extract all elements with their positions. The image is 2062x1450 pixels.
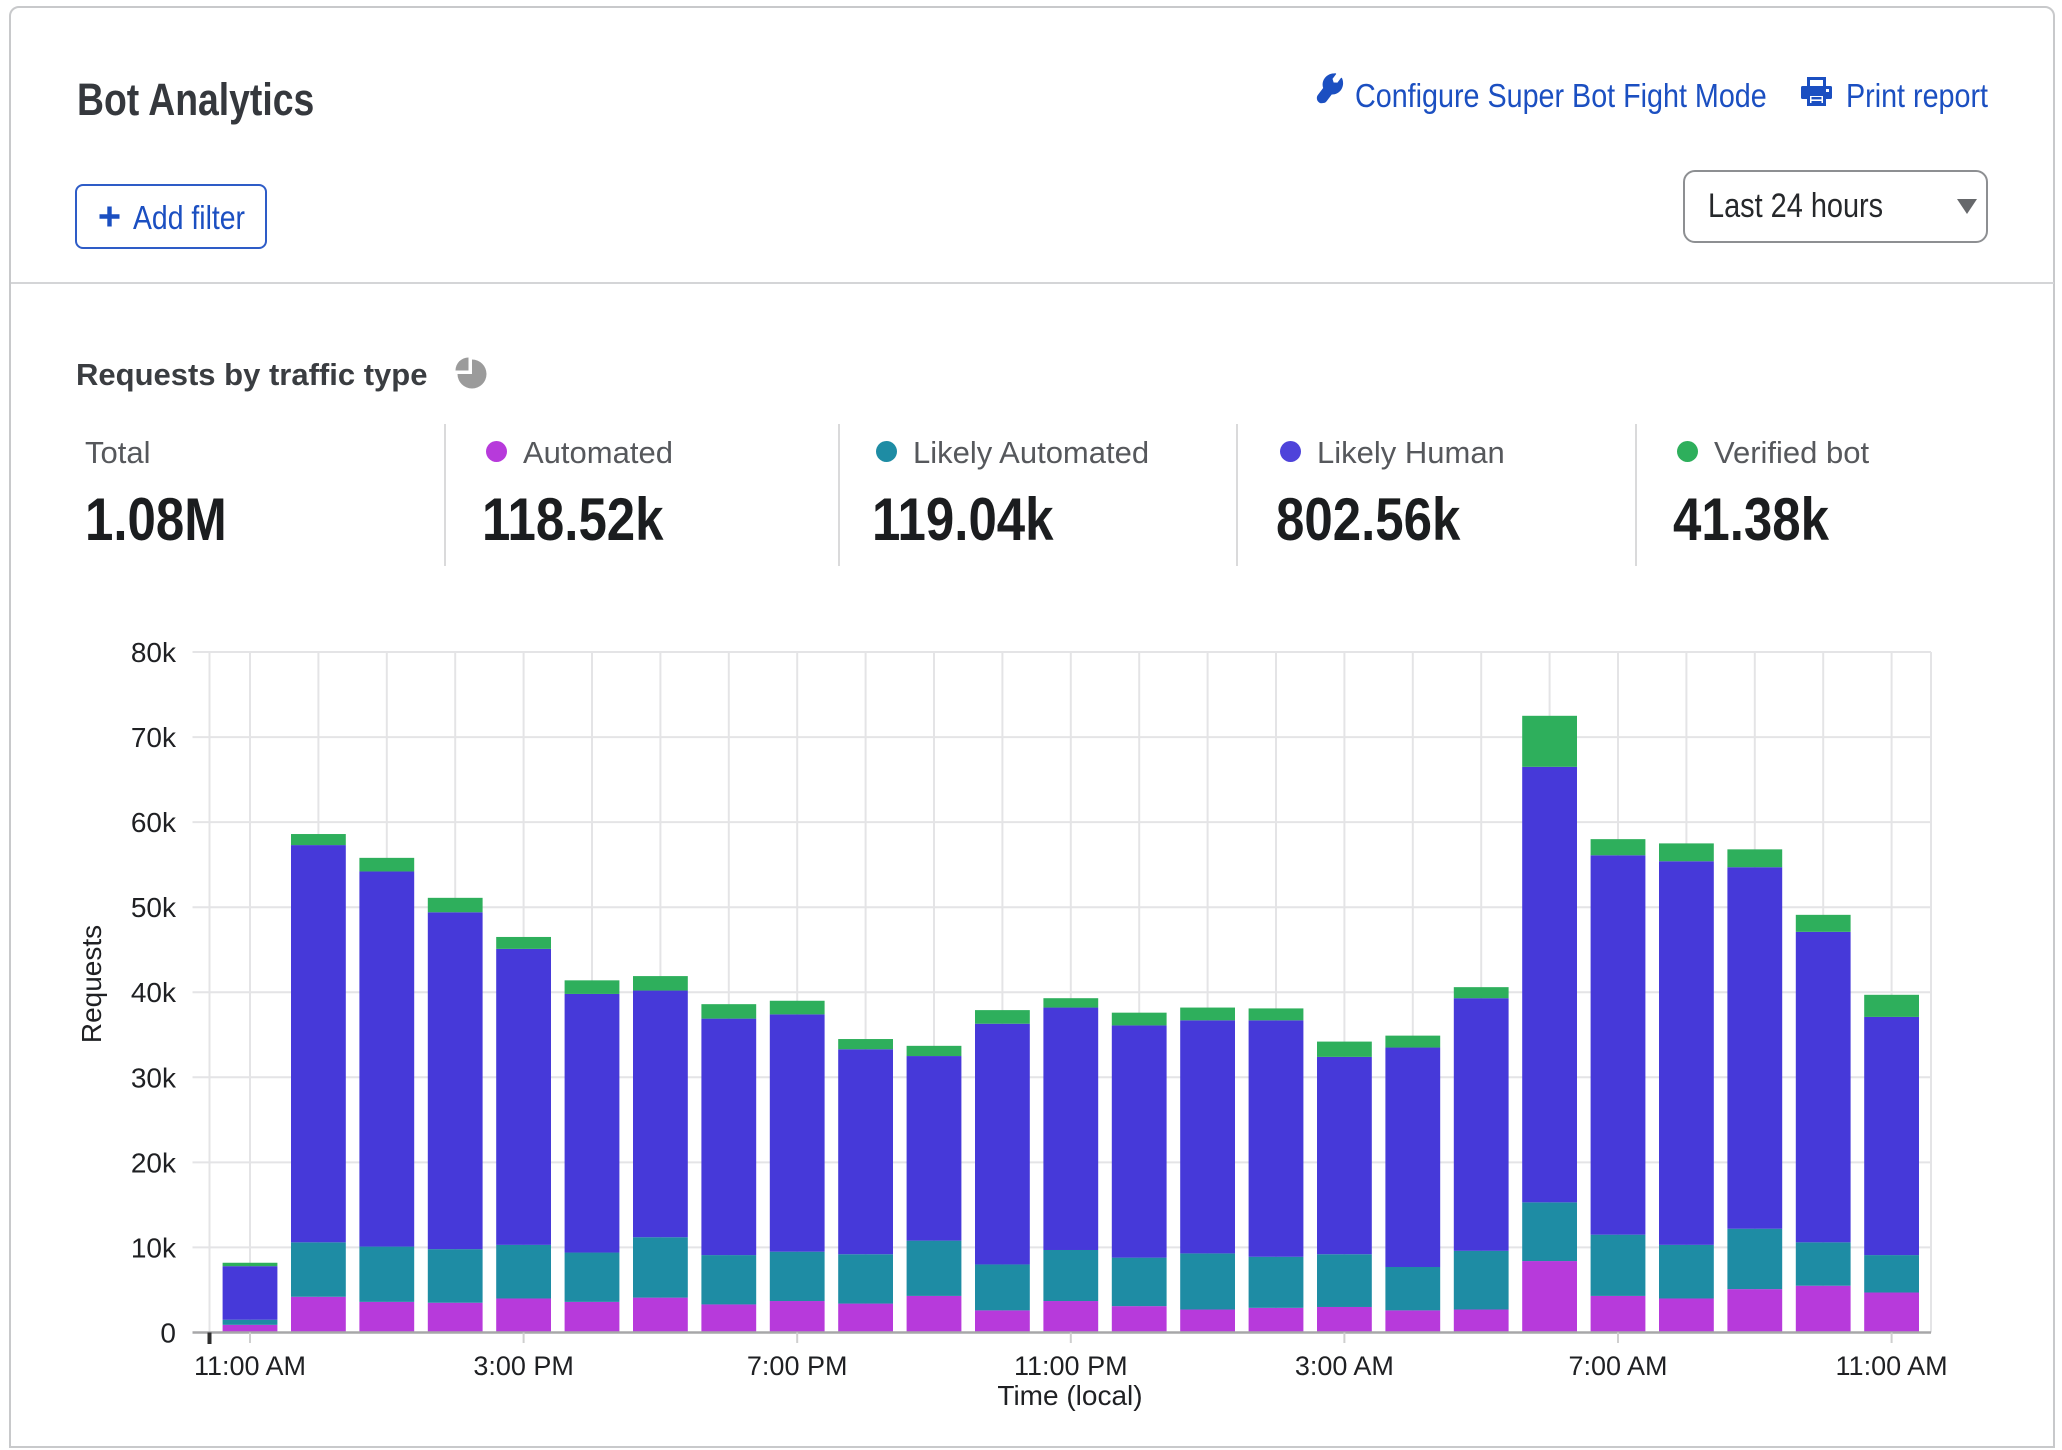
svg-text:20k: 20k [131, 1147, 177, 1178]
svg-text:11:00 PM: 11:00 PM [1014, 1351, 1128, 1381]
svg-text:3:00 PM: 3:00 PM [473, 1351, 574, 1381]
svg-text:7:00 PM: 7:00 PM [747, 1351, 848, 1381]
svg-text:60k: 60k [131, 807, 177, 838]
svg-text:11:00 AM: 11:00 AM [1836, 1351, 1948, 1381]
svg-text:40k: 40k [131, 977, 177, 1008]
svg-text:10k: 10k [131, 1232, 177, 1263]
svg-text:Time (local): Time (local) [997, 1380, 1142, 1411]
svg-text:7:00 AM: 7:00 AM [1568, 1351, 1667, 1381]
svg-text:0: 0 [160, 1318, 176, 1349]
svg-text:Requests: Requests [76, 925, 107, 1043]
svg-text:70k: 70k [131, 722, 177, 753]
svg-text:3:00 AM: 3:00 AM [1295, 1351, 1394, 1381]
svg-text:30k: 30k [131, 1062, 177, 1093]
svg-text:80k: 80k [131, 637, 177, 668]
svg-text:50k: 50k [131, 892, 177, 923]
svg-text:11:00 AM: 11:00 AM [194, 1351, 306, 1381]
